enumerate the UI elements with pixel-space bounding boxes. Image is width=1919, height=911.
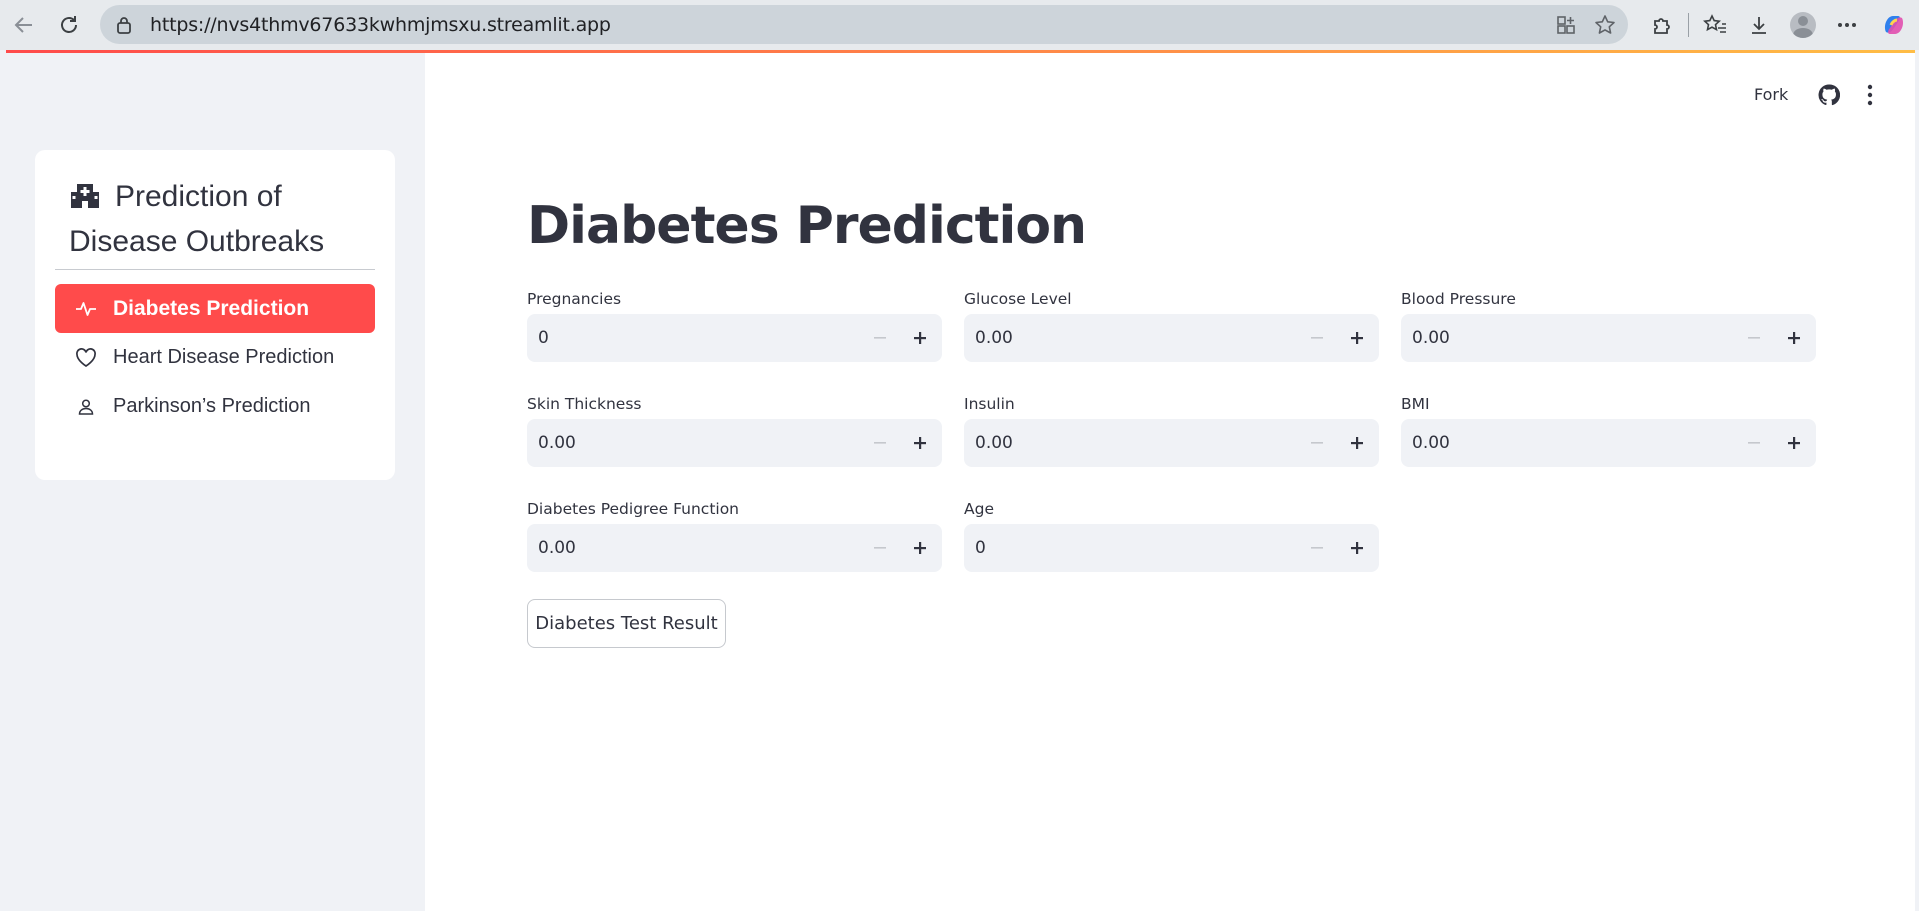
sidebar-item-label: Heart Disease Prediction [113, 346, 335, 368]
number-input [964, 419, 1379, 467]
minus-icon [1748, 442, 1760, 444]
minus-icon [1311, 337, 1323, 339]
profile-button[interactable] [1781, 3, 1825, 47]
address-bar[interactable]: https://nvs4thmv67633kwhmjmsxu.streamlit… [100, 5, 1628, 44]
number-input [1401, 419, 1816, 467]
minus-icon [1311, 547, 1323, 549]
number-input [1401, 314, 1816, 362]
field-label: Glucose Level [964, 290, 1072, 308]
glucose-input[interactable] [975, 314, 1275, 362]
plus-icon [1788, 437, 1800, 449]
decrement-button[interactable] [1299, 314, 1335, 362]
decrement-button[interactable] [1736, 314, 1772, 362]
diabetes-test-result-button[interactable]: Diabetes Test Result [527, 599, 726, 648]
skin-thickness-input[interactable] [538, 419, 838, 467]
blood-pressure-input[interactable] [1412, 314, 1712, 362]
increment-button[interactable] [902, 419, 938, 467]
field-label: Blood Pressure [1401, 290, 1516, 308]
plus-icon [1351, 437, 1363, 449]
sidebar-item-label: Diabetes Prediction [113, 296, 310, 320]
site-info-icon[interactable] [114, 16, 134, 34]
menu-title-text: Prediction of Disease Outbreaks [69, 180, 325, 258]
page-title: Diabetes Prediction [527, 196, 1087, 256]
field-label: BMI [1401, 395, 1430, 413]
plus-icon [914, 542, 926, 554]
decrement-button[interactable] [862, 524, 898, 572]
plus-icon [914, 437, 926, 449]
reload-icon [61, 16, 77, 33]
sidebar-item-label: Parkinson’s Prediction [113, 395, 311, 417]
streamlit-app: Prediction of Disease Outbreaks Diabetes… [6, 50, 1915, 911]
sidebar-item-parkinsons[interactable]: Parkinson’s Prediction [55, 382, 375, 431]
plus-icon [914, 332, 926, 344]
minus-icon [1748, 337, 1760, 339]
puzzle-icon [1654, 18, 1670, 34]
decrement-button[interactable] [1299, 524, 1335, 572]
menu-title: Prediction of Disease Outbreaks [69, 174, 379, 264]
increment-button[interactable] [1339, 419, 1375, 467]
field-label: Diabetes Pedigree Function [527, 500, 740, 518]
back-arrow-icon [14, 17, 32, 33]
main-content: Diabetes Prediction Pregnancies Glucose … [425, 53, 1915, 911]
minus-icon [874, 337, 886, 339]
toolbar-divider [1688, 13, 1689, 37]
number-input [964, 524, 1379, 572]
plus-icon [1788, 332, 1800, 344]
increment-button[interactable] [902, 314, 938, 362]
favorites-list-icon [1703, 14, 1726, 33]
increment-button[interactable] [902, 524, 938, 572]
field-label: Skin Thickness [527, 395, 642, 413]
activity-icon [73, 300, 99, 318]
minus-icon [1311, 442, 1323, 444]
increment-button[interactable] [1339, 524, 1375, 572]
pedigree-input[interactable] [538, 524, 838, 572]
browser-toolbar: https://nvs4thmv67633kwhmjmsxu.streamlit… [0, 0, 1919, 50]
copilot-icon [1884, 16, 1904, 34]
decrement-button[interactable] [862, 314, 898, 362]
increment-button[interactable] [1776, 314, 1812, 362]
person-icon [73, 398, 99, 416]
avatar [1790, 12, 1816, 38]
downloads-button[interactable] [1737, 3, 1781, 47]
decrement-button[interactable] [862, 419, 898, 467]
sidebar-item-heart[interactable]: Heart Disease Prediction [55, 333, 375, 382]
sidebar: Prediction of Disease Outbreaks Diabetes… [6, 53, 425, 911]
decrement-button[interactable] [1299, 419, 1335, 467]
field-label: Age [964, 500, 994, 518]
pregnancies-input[interactable] [538, 314, 838, 362]
browser-menu-button[interactable] [1825, 3, 1869, 47]
download-icon [1752, 17, 1766, 34]
minus-icon [874, 442, 886, 444]
bmi-input[interactable] [1412, 419, 1712, 467]
reload-button[interactable] [51, 7, 87, 43]
insulin-input[interactable] [975, 419, 1275, 467]
increment-button[interactable] [1776, 419, 1812, 467]
app-available-icon[interactable] [1556, 15, 1576, 35]
field-label: Insulin [964, 395, 1015, 413]
minus-icon [874, 547, 886, 549]
age-input[interactable] [975, 524, 1275, 572]
copilot-button[interactable] [1869, 3, 1919, 47]
hospital-icon [71, 184, 99, 208]
extensions-button[interactable] [1640, 3, 1684, 47]
heart-icon [73, 347, 99, 368]
url-text: https://nvs4thmv67633kwhmjmsxu.streamlit… [150, 13, 611, 36]
plus-icon [1351, 542, 1363, 554]
back-button[interactable] [6, 7, 42, 43]
number-input [964, 314, 1379, 362]
menu-divider [55, 269, 375, 270]
sidebar-item-diabetes[interactable]: Diabetes Prediction [55, 284, 375, 333]
decrement-button[interactable] [1736, 419, 1772, 467]
number-input [527, 314, 942, 362]
favorites-button[interactable] [1693, 3, 1737, 47]
favorite-star-icon[interactable] [1594, 14, 1616, 36]
option-menu: Prediction of Disease Outbreaks Diabetes… [35, 150, 395, 480]
field-label: Pregnancies [527, 290, 622, 308]
plus-icon [1351, 332, 1363, 344]
more-dots-icon [1838, 23, 1856, 27]
increment-button[interactable] [1339, 314, 1375, 362]
number-input [527, 524, 942, 572]
number-input [527, 419, 942, 467]
